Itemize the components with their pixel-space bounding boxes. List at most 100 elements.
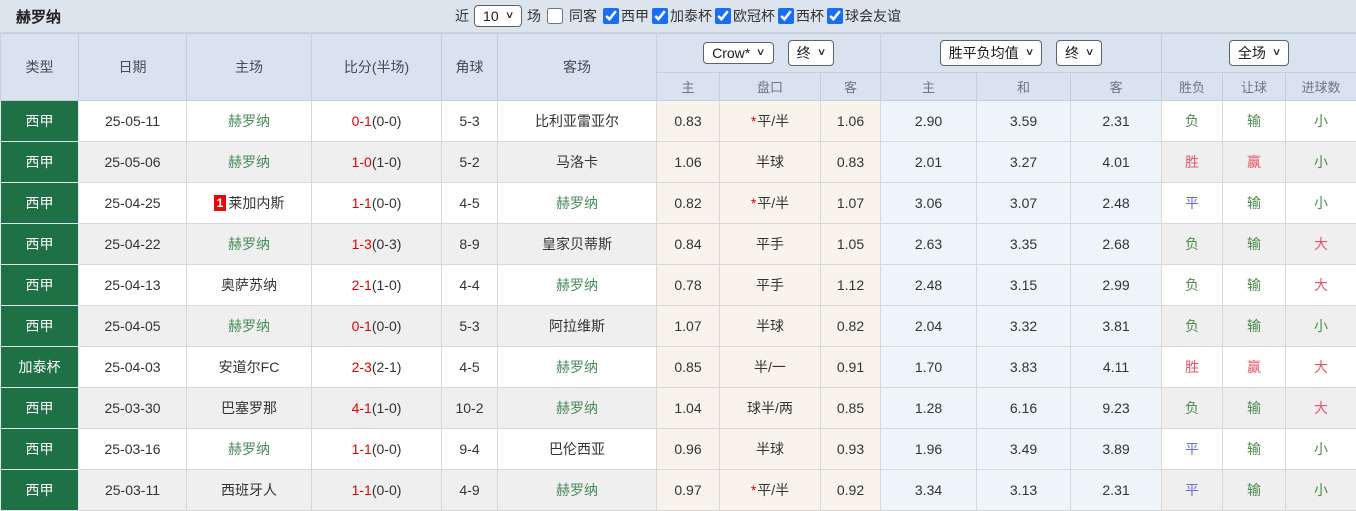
home-team-cell: 西班牙人 — [187, 470, 312, 511]
home-team-cell: 巴塞罗那 — [187, 388, 312, 429]
full-score: 1-1 — [352, 482, 372, 498]
avg-home-cell: 3.34 — [881, 470, 977, 511]
league-cell: 加泰杯 — [1, 347, 79, 388]
date-cell: 25-04-13 — [79, 265, 187, 306]
league-cell: 西甲 — [1, 306, 79, 347]
rank-badge: 1 — [214, 195, 227, 211]
league-filter-item: 西杯 — [777, 6, 824, 26]
league-filter-label: 球会友谊 — [845, 6, 901, 26]
league-cell: 西甲 — [1, 265, 79, 306]
handicap-result-cell: 输 — [1223, 224, 1286, 265]
match-row: 西甲25-03-16赫罗纳1-1(0-0)9-4巴伦西亚0.96半球0.931.… — [1, 429, 1356, 470]
sub-header-odds-home: 主 — [657, 73, 720, 101]
date-cell: 25-04-05 — [79, 306, 187, 347]
goals-cell: 小 — [1286, 429, 1356, 470]
league-filter-checkbox[interactable] — [652, 8, 668, 24]
full-score: 1-1 — [352, 195, 372, 211]
away-team-cell: 阿拉维斯 — [498, 306, 657, 347]
league-filter-checkbox[interactable] — [715, 8, 731, 24]
score-cell: 1-1(0-0) — [312, 470, 442, 511]
half-score: (0-0) — [372, 441, 402, 457]
away-team-name: 赫罗纳 — [556, 277, 598, 293]
same-away-checkbox[interactable] — [547, 8, 563, 24]
handicap-text: 半球 — [756, 441, 784, 457]
match-history-table: 类型 日期 主场 比分(半场) 角球 客场 Crow*∨ 终∨ 胜平负均值∨ 终… — [0, 33, 1356, 511]
home-team-name: 安道尔FC — [219, 359, 280, 375]
avg-away-cell: 2.68 — [1071, 224, 1162, 265]
col-header-score: 比分(半场) — [312, 34, 442, 101]
handicap-cell: 平手 — [720, 224, 821, 265]
away-team-cell: 赫罗纳 — [498, 347, 657, 388]
corner-cell: 5-2 — [442, 142, 498, 183]
match-row: 西甲25-05-11赫罗纳0-1(0-0)5-3比利亚雷亚尔0.83*平/半1.… — [1, 101, 1356, 142]
handicap-cell: *平/半 — [720, 183, 821, 224]
corner-cell: 4-4 — [442, 265, 498, 306]
match-row: 西甲25-03-11西班牙人1-1(0-0)4-9赫罗纳0.97*平/半0.92… — [1, 470, 1356, 511]
match-row: 西甲25-04-13奥萨苏纳2-1(1-0)4-4赫罗纳0.78平手1.122.… — [1, 265, 1356, 306]
league-filter-checkbox[interactable] — [827, 8, 843, 24]
date-cell: 25-05-06 — [79, 142, 187, 183]
home-team-cell: 奥萨苏纳 — [187, 265, 312, 306]
corner-cell: 9-4 — [442, 429, 498, 470]
goals-cell: 小 — [1286, 306, 1356, 347]
result-cell: 负 — [1162, 101, 1223, 142]
league-cell: 西甲 — [1, 101, 79, 142]
handicap-result-cell: 输 — [1223, 265, 1286, 306]
league-filter-checkbox[interactable] — [778, 8, 794, 24]
scope-select[interactable]: 全场∨ — [1229, 40, 1289, 66]
corner-cell: 4-5 — [442, 347, 498, 388]
avg-away-cell: 2.99 — [1071, 265, 1162, 306]
avg-draw-cell: 3.13 — [977, 470, 1071, 511]
result-cell: 负 — [1162, 265, 1223, 306]
handicap-text: 平手 — [756, 277, 784, 293]
goals-cell: 大 — [1286, 265, 1356, 306]
handicap-text: 平/半 — [757, 195, 789, 211]
score-cell: 1-1(0-0) — [312, 183, 442, 224]
score-cell: 1-1(0-0) — [312, 429, 442, 470]
handicap-cell: 球半/两 — [720, 388, 821, 429]
goals-cell: 小 — [1286, 470, 1356, 511]
avg-type-select[interactable]: 胜平负均值∨ — [940, 40, 1042, 66]
away-team-cell: 赫罗纳 — [498, 183, 657, 224]
odds-company-select[interactable]: Crow*∨ — [703, 42, 773, 64]
away-team-name: 赫罗纳 — [556, 195, 598, 211]
col-header-home: 主场 — [187, 34, 312, 101]
handicap-cell: 半球 — [720, 429, 821, 470]
odds-home-cell: 0.78 — [657, 265, 720, 306]
league-filter-checkbox[interactable] — [603, 8, 619, 24]
recent-label: 近 — [455, 6, 469, 26]
away-team-cell: 比利亚雷亚尔 — [498, 101, 657, 142]
away-team-cell: 赫罗纳 — [498, 470, 657, 511]
match-row: 西甲25-03-30巴塞罗那4-1(1-0)10-2赫罗纳1.04球半/两0.8… — [1, 388, 1356, 429]
handicap-result-cell: 输 — [1223, 388, 1286, 429]
handicap-result-cell: 输 — [1223, 306, 1286, 347]
odds-stage-select-2[interactable]: 终∨ — [1056, 40, 1102, 66]
away-team-cell: 马洛卡 — [498, 142, 657, 183]
handicap-result-cell: 赢 — [1223, 142, 1286, 183]
odds-home-cell: 0.83 — [657, 101, 720, 142]
odds-away-cell: 1.12 — [821, 265, 881, 306]
handicap-result-cell: 赢 — [1223, 347, 1286, 388]
avg-home-cell: 1.70 — [881, 347, 977, 388]
home-team-cell: 赫罗纳 — [187, 224, 312, 265]
handicap-text: 平/半 — [757, 113, 789, 129]
avg-select-group: 胜平负均值∨ 终∨ — [881, 34, 1162, 73]
odds-stage-select-1[interactable]: 终∨ — [788, 40, 834, 66]
league-filter-item: 加泰杯 — [651, 6, 712, 26]
avg-away-cell: 3.81 — [1071, 306, 1162, 347]
odds-away-cell: 0.82 — [821, 306, 881, 347]
half-score: (2-1) — [372, 359, 402, 375]
matches-label: 场 — [527, 6, 541, 26]
recent-count-select[interactable]: 10∨ — [474, 5, 522, 27]
avg-draw-cell: 3.59 — [977, 101, 1071, 142]
full-score: 0-1 — [352, 113, 372, 129]
odds-home-cell: 0.96 — [657, 429, 720, 470]
half-score: (0-0) — [372, 318, 402, 334]
result-cell: 平 — [1162, 470, 1223, 511]
full-score: 1-3 — [352, 236, 372, 252]
avg-draw-cell: 3.27 — [977, 142, 1071, 183]
league-filter-item: 球会友谊 — [826, 6, 901, 26]
league-cell: 西甲 — [1, 224, 79, 265]
avg-home-cell: 1.28 — [881, 388, 977, 429]
home-team-name: 巴塞罗那 — [221, 400, 277, 416]
